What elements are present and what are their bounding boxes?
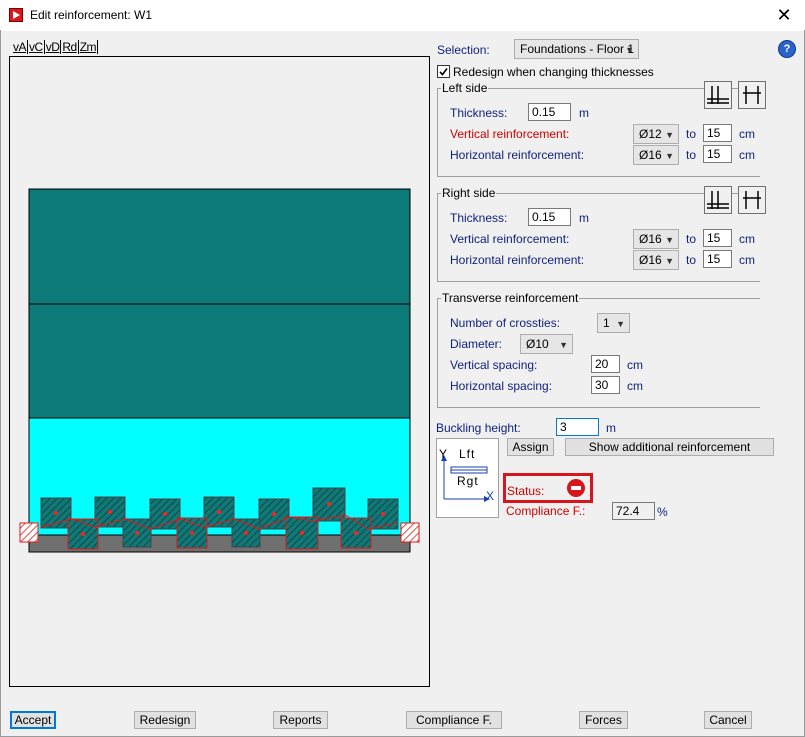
left-horizontal-unit: cm [739,148,755,162]
left-horizontal-to: to [686,148,697,162]
transverse-title: Transverse reinforcement [441,291,580,305]
assign-button[interactable]: Assign [507,438,554,456]
chevron-down-icon: ▼ [616,319,625,329]
redesign-label: Redesign when changing thicknesses [453,65,654,79]
left-vertical-to: to [686,127,697,141]
right-thickness-input[interactable]: 0.15 [528,208,571,226]
no-entry-icon [567,479,585,497]
hspacing-input[interactable]: 30 [591,376,620,394]
rgt-label: Rgt [457,474,479,488]
left-vertical-diameter-select[interactable]: Ø12 ▼ [633,124,679,144]
left-thickness-input[interactable]: 0.15 [528,103,571,121]
crossties-select[interactable]: 1 ▼ [597,313,630,333]
right-thickness-label: Thickness: [450,211,508,225]
axis-y-label: Y [439,447,448,461]
accept-button[interactable]: Accept [10,711,56,729]
axis-x-label: X [486,489,495,503]
left-side-wall-icon[interactable] [738,81,766,109]
diameter-value: Ø10 [526,337,549,351]
right-side-rebar-icon[interactable] [704,186,732,214]
chevron-down-icon: ▼ [559,340,568,350]
compliance-value: 72.4 [612,502,655,520]
redesign-button[interactable]: Redesign [134,711,196,729]
right-vertical-label: Vertical reinforcement: [450,232,570,246]
wall-middle-panel [28,303,411,419]
right-vertical-to: to [686,232,697,246]
left-horizontal-diameter-select[interactable]: Ø16 ▼ [633,145,679,165]
crossties-value: 1 [603,316,610,330]
left-vertical-spacing-input[interactable]: 15 [703,124,732,142]
selection-label: Selection: [437,43,490,57]
compliance-unit: % [657,505,668,519]
cancel-button[interactable]: Cancel [704,711,752,729]
lft-label: Lft [459,447,476,461]
left-vertical-label: Vertical reinforcement: [450,127,570,141]
left-thickness-unit: m [579,106,589,120]
right-horizontal-unit: cm [739,253,755,267]
diameter-label: Diameter: [450,337,503,351]
left-side-rebar-icon[interactable] [704,81,732,109]
reports-button[interactable]: Reports [273,711,328,729]
left-vertical-unit: cm [739,127,755,141]
compliance-button[interactable]: Compliance F. [406,711,502,729]
toolbar-item-vd[interactable]: vD [44,40,62,54]
hspacing-unit: cm [627,379,643,393]
left-side-title: Left side [441,81,489,95]
wall-upper-panel [28,188,411,305]
vspacing-label: Vertical spacing: [450,358,538,372]
left-vertical-diameter-value: Ø12 [639,127,662,141]
vspacing-unit: cm [627,358,643,372]
wall-drawing-canvas[interactable] [9,56,430,687]
window-title: Edit reinforcement: W1 [30,8,153,22]
buckling-input[interactable]: 3 [556,418,599,436]
compliance-label: Compliance F.: [506,504,586,518]
right-horizontal-spacing-input[interactable]: 15 [703,250,732,268]
redesign-checkbox[interactable] [437,65,450,78]
left-thickness-label: Thickness: [450,106,508,120]
crossties-label: Number of crossties: [450,316,561,330]
chevron-down-icon: ▼ [665,256,674,266]
view-toolbar: vA vC vD Rd Zm [12,40,99,54]
help-icon[interactable]: ? [778,40,796,58]
chevron-down-icon: ▼ [625,45,634,55]
show-additional-button[interactable]: Show additional reinforcement [565,438,774,456]
right-vertical-diameter-select[interactable]: Ø16 ▼ [633,229,679,249]
buckling-unit: m [606,421,616,435]
forces-button[interactable]: Forces [579,711,628,729]
chevron-down-icon: ▼ [665,235,674,245]
wall-elevation-drawing [19,188,420,553]
left-horizontal-spacing-input[interactable]: 15 [703,145,732,163]
toolbar-item-rd[interactable]: Rd [61,40,79,54]
right-side-title: Right side [441,186,497,200]
checkmark-icon [439,68,448,76]
diameter-select[interactable]: Ø10 ▼ [520,334,573,354]
app-icon [9,8,23,22]
right-vertical-diameter-value: Ø16 [639,232,662,246]
chevron-down-icon: ▼ [665,130,674,140]
right-thickness-unit: m [579,211,589,225]
hspacing-label: Horizontal spacing: [450,379,553,393]
right-horizontal-to: to [686,253,697,267]
selection-value: Foundations - Floor 1 [520,42,635,56]
right-vertical-unit: cm [739,232,755,246]
toolbar-item-vc[interactable]: vC [28,40,45,54]
status-label: Status: [507,484,545,498]
right-side-wall-icon[interactable] [738,186,766,214]
left-horizontal-diameter-value: Ø16 [639,148,662,162]
toolbar-item-va[interactable]: vA [12,40,29,54]
close-icon[interactable]: ✕ [770,4,798,26]
right-horizontal-diameter-value: Ø16 [639,253,662,267]
selection-dropdown[interactable]: Foundations - Floor 1 ▼ [514,39,639,59]
vspacing-input[interactable]: 20 [591,355,620,373]
toolbar-item-zm[interactable]: Zm [78,40,99,54]
chevron-down-icon: ▼ [665,151,674,161]
right-horizontal-label: Horizontal reinforcement: [450,253,585,267]
buckling-label: Buckling height: [436,421,521,435]
right-horizontal-diameter-select[interactable]: Ø16 ▼ [633,250,679,270]
left-horizontal-label: Horizontal reinforcement: [450,148,585,162]
right-vertical-spacing-input[interactable]: 15 [703,229,732,247]
